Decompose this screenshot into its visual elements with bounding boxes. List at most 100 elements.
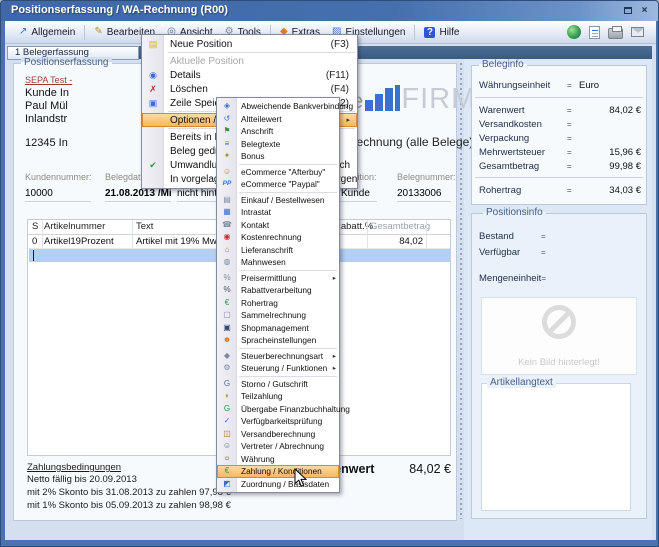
submenu-item-mahnwesen[interactable]: ◍Mahnwesen	[217, 256, 339, 269]
mouse-cursor	[294, 468, 308, 488]
info-value: Euro	[579, 80, 641, 92]
submenu-item-steuerung-funktionen[interactable]: ⚙Steuerung / Funktionen▸	[217, 362, 339, 375]
toolbar-separator	[414, 25, 415, 40]
submenu-item-ecommerce-paypal[interactable]: PPeCommerce "Paypal"	[217, 178, 339, 191]
menu-hilfe-label: Hilfe	[439, 27, 459, 38]
submenu-item-belegtexte[interactable]: ≡Belegtexte	[217, 138, 339, 151]
equals-sign: =	[567, 80, 579, 92]
submenu-item-kostenrechnung[interactable]: ◉Kostenrechnung	[217, 231, 339, 244]
menu-separator	[239, 164, 337, 165]
info-value: 84,02 €	[579, 105, 641, 117]
submenu-item-rohertrag[interactable]: €Rohertrag	[217, 297, 339, 310]
submenu-item-teilzahlung[interactable]: ◗Teilzahlung	[217, 390, 339, 403]
table-cell[interactable]: Artikel mit 19% MwSt.	[136, 235, 228, 248]
submenu-item-einkauf-bestellwesen[interactable]: ▤Einkauf / Bestellwesen	[217, 194, 339, 207]
menu-hilfe[interactable]: ? Hilfe	[418, 25, 465, 40]
submenu-item-altteilewert[interactable]: ↺Altteilewert	[217, 113, 339, 126]
info-label: Gesamtbetrag	[479, 161, 567, 173]
positionsinfo-row: Verfügbar=	[479, 247, 641, 259]
submenu-item-rabattverarbeitung[interactable]: %Rabattverarbeitung	[217, 284, 339, 297]
submenu-item-vertreter-abrechnung[interactable]: ☺Vertreter / Abrechnung	[217, 440, 339, 453]
equals-sign: =	[541, 247, 553, 259]
edit-menu-item-loeschen[interactable]: ✗Löschen(F4)	[142, 82, 357, 96]
kundennummer-value[interactable]: 10000	[25, 188, 91, 202]
dunning-icon: ◍	[217, 256, 237, 268]
submenu-item-spracheinstellungen[interactable]: ☻Spracheinstellungen	[217, 334, 339, 347]
customer-link[interactable]: SEPA Test -	[25, 75, 72, 85]
menu-allgemein[interactable]: ↗Allgemein	[13, 25, 81, 40]
printer-icon[interactable]	[608, 28, 623, 39]
table-cell[interactable]: 84,02	[367, 235, 423, 248]
submenu-item-sammelrechnung[interactable]: ▢Sammelrechnung	[217, 309, 339, 322]
logo-bar-icon	[365, 100, 373, 111]
table-cell[interactable]: Artikel19Prozent	[44, 235, 114, 248]
column-header[interactable]: Gesamtbetrag	[370, 220, 430, 234]
payment-terms-line: mit 2% Skonto bis 31.08.2013 zu zahlen 9…	[27, 487, 231, 498]
purchase-icon: ▤	[217, 194, 237, 206]
address-line: Paul Mül	[25, 100, 68, 112]
logo-bar-icon	[395, 85, 400, 111]
bank-icon: ◈	[217, 100, 237, 112]
submenu-item-preisermittlung[interactable]: %Preisermittlung▸	[217, 272, 339, 285]
no-image-text: Kein Bild hinterlegt!	[482, 357, 636, 368]
menu-separator	[239, 376, 337, 377]
submenu-item-zuordnung-basisdaten[interactable]: ◩Zuordnung / Basisdaten	[217, 478, 339, 491]
submenu-item-intrastat[interactable]: ▦Intrastat	[217, 206, 339, 219]
accounting-transfer-icon: G	[217, 403, 237, 415]
column-header[interactable]: S	[32, 220, 38, 234]
options-submenu: ◈Abweichende Bankverbindung ↺Altteilewer…	[216, 97, 340, 493]
currency-icon: ¤	[217, 453, 237, 465]
submenu-item-ecommerce-afterbuy[interactable]: ☺eCommerce "Afterbuy"	[217, 166, 339, 179]
column-header[interactable]: Artikelnummer	[44, 220, 105, 234]
titlebar[interactable]: Positionserfassung / WA-Rechnung (R00) ×	[1, 1, 658, 21]
report-icon[interactable]	[589, 26, 600, 39]
address-zip: 12345 In	[25, 137, 68, 149]
edit-menu-item-details[interactable]: ◉Details(F11)	[142, 68, 357, 82]
submenu-item-waehrung[interactable]: ¤Währung	[217, 453, 339, 466]
toolbar-right-icons	[567, 25, 656, 39]
equals-sign: =	[541, 273, 553, 285]
submenu-item-steuerberechnungsart[interactable]: ◆Steuerberechnungsart▸	[217, 350, 339, 363]
save-row-icon: ▣	[142, 96, 164, 110]
submenu-item-abweichende-bankverbindung[interactable]: ◈Abweichende Bankverbindung	[217, 100, 339, 113]
belegnummer-value[interactable]: 20133006	[397, 188, 451, 202]
submenu-arrow-icon: ▸	[333, 364, 336, 372]
globe-icon[interactable]	[567, 25, 581, 39]
app-window: Positionserfassung / WA-Rechnung (R00) ×…	[0, 0, 659, 547]
equals-sign: =	[567, 133, 579, 145]
partial-payment-icon: ◗	[217, 390, 237, 402]
info-label: Währungseinheit	[479, 80, 567, 92]
edit-menu-item-neue-position[interactable]: ▤Neue Position(F3)	[142, 37, 357, 51]
close-button[interactable]: ×	[638, 5, 651, 17]
menu-separator	[239, 192, 337, 193]
collective-invoice-icon: ▢	[217, 309, 237, 321]
submenu-item-kontakt[interactable]: ☎Kontakt	[217, 219, 339, 232]
submenu-item-verfuegbarkeitspruefung[interactable]: ✓Verfügbarkeitsprüfung	[217, 415, 339, 428]
artikellangtext-box[interactable]	[481, 383, 631, 511]
shortcut-label: (F3)	[331, 39, 352, 50]
positionsinfo-row: Bestand=	[479, 231, 641, 243]
column-header[interactable]: Text	[136, 220, 153, 234]
panel-splitter[interactable]	[460, 63, 463, 519]
hilfe-icon: ?	[424, 27, 435, 38]
submenu-item-bonus[interactable]: ✦Bonus	[217, 150, 339, 163]
text-icon: ≡	[217, 138, 237, 150]
submenu-item-uebergabe-finanzbuchhaltung[interactable]: GÜbergabe Finanzbuchhaltung	[217, 403, 339, 416]
altteile-icon: ↺	[217, 113, 237, 125]
mail-icon[interactable]	[631, 27, 644, 37]
submenu-item-shopmanagement[interactable]: ▣Shopmanagement	[217, 322, 339, 335]
submenu-item-zahlung-konditionen[interactable]: €Zahlung / Konditionen	[217, 465, 339, 478]
basedata-icon: ◩	[217, 478, 237, 490]
beleginfo-row: Gesamtbetrag=99,98 €	[479, 161, 641, 173]
table-cell[interactable]: 0	[32, 235, 37, 248]
equals-sign: =	[567, 105, 579, 117]
info-label: Versandkosten	[479, 119, 567, 131]
submenu-item-lieferanschrift[interactable]: ⌂Lieferanschrift	[217, 244, 339, 257]
restore-button[interactable]	[621, 5, 634, 17]
belegdatum-value[interactable]: 21.08.2013 /Mi	[105, 188, 171, 202]
profit-icon: €	[217, 297, 237, 309]
submenu-item-anschrift[interactable]: ⚑Anschrift	[217, 125, 339, 138]
submenu-item-storno-gutschrift[interactable]: GStorno / Gutschrift	[217, 378, 339, 391]
submenu-item-versandberechnung[interactable]: ◫Versandberechnung	[217, 428, 339, 441]
beleginfo-row: Währungseinheit=Euro	[479, 80, 641, 92]
